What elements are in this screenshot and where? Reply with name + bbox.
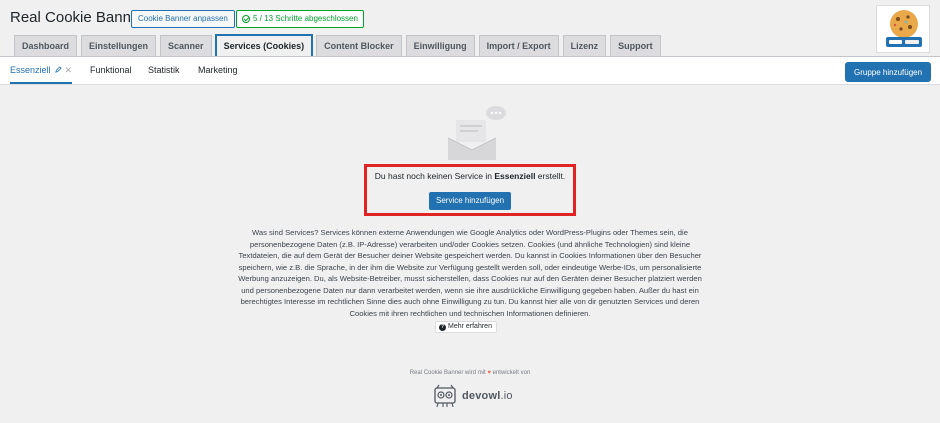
- devowl-wordmark: devowl.io: [462, 390, 513, 402]
- main-tabs: Dashboard Einstellungen Scanner Services…: [14, 34, 661, 58]
- group-tab-label: Essenziell: [10, 65, 51, 75]
- learn-more-button[interactable]: ? Mehr erfahren: [435, 321, 497, 333]
- group-tabs: Essenziell ✕ Funktional Statistik Marketi…: [0, 57, 940, 85]
- learn-more-label: Mehr erfahren: [448, 323, 492, 330]
- group-tab-essenziell[interactable]: Essenziell ✕: [10, 57, 73, 84]
- tab-scanner[interactable]: Scanner: [160, 35, 212, 57]
- empty-state-text: Du hast noch keinen Service in Essenziel…: [374, 171, 566, 181]
- question-icon: ?: [439, 323, 446, 331]
- add-group-button[interactable]: Gruppe hinzufügen: [845, 62, 932, 82]
- tab-einstellungen[interactable]: Einstellungen: [81, 35, 157, 57]
- tab-dashboard[interactable]: Dashboard: [14, 35, 78, 57]
- tab-einwilligung[interactable]: Einwilligung: [405, 35, 475, 57]
- group-tab-marketing[interactable]: Marketing: [198, 57, 238, 84]
- app-title: Real Cookie Banner: [10, 9, 145, 26]
- devowl-owl-icon: [434, 384, 456, 408]
- close-icon[interactable]: ✕: [65, 57, 73, 84]
- footer-credit: Real Cookie Banner wird mit ♥ entwickelt…: [409, 370, 531, 376]
- tab-content-blocker[interactable]: Content Blocker: [316, 35, 402, 57]
- tab-lizenz[interactable]: Lizenz: [562, 35, 607, 57]
- pencil-icon[interactable]: [54, 57, 62, 73]
- check-circle-icon: [242, 15, 250, 23]
- devowl-logo[interactable]: devowl.io: [432, 384, 513, 408]
- empty-inbox-icon: [446, 104, 508, 162]
- tab-services-cookies[interactable]: Services (Cookies): [214, 34, 314, 58]
- add-service-button[interactable]: Service hinzufügen: [429, 192, 512, 210]
- progress-label: 5 / 13 Schritte abgeschlossen: [253, 14, 358, 23]
- progress-button[interactable]: 5 / 13 Schritte abgeschlossen: [236, 10, 364, 28]
- cookie-logo-icon: [876, 5, 930, 53]
- group-tab-statistik[interactable]: Statistik: [148, 57, 180, 84]
- customize-banner-button[interactable]: Cookie Banner anpassen: [131, 10, 235, 28]
- empty-state-group-name: Essenziell: [494, 171, 536, 181]
- tab-import-export[interactable]: Import / Export: [478, 35, 559, 57]
- tab-support[interactable]: Support: [610, 35, 661, 57]
- services-description: Was sind Services? Services können exter…: [238, 228, 702, 318]
- group-tab-funktional[interactable]: Funktional: [90, 57, 132, 84]
